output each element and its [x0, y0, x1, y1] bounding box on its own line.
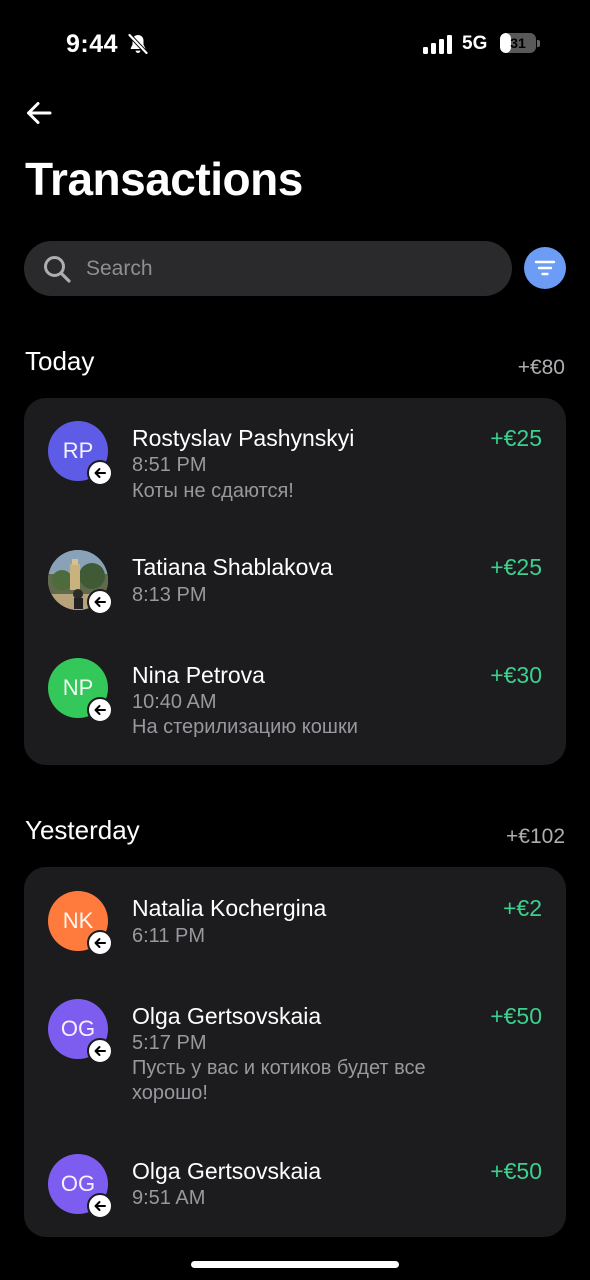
transaction-sender: Tatiana Shablakova [132, 554, 333, 580]
transaction-sender: Nina Petrova [132, 662, 265, 688]
filter-icon [534, 260, 556, 276]
transaction-row[interactable]: NK Natalia Kochergina 6:11 PM +€2 [24, 867, 566, 975]
incoming-arrow-icon [94, 1201, 106, 1211]
transaction-time: 8:13 PM [132, 584, 207, 606]
transaction-sender: Olga Gertsovskaia [132, 1003, 322, 1029]
battery-indicator: 31 [500, 33, 540, 53]
avatar-initials: OG [60, 1171, 96, 1196]
filter-button[interactable] [524, 247, 566, 289]
transaction-amount: +€50 [490, 1003, 542, 1029]
transaction-note: Коты не сдаются! [132, 480, 294, 502]
incoming-arrow-icon [94, 597, 106, 607]
transaction-sender: Olga Gertsovskaia [132, 1158, 322, 1184]
transaction-time: 8:51 PM [132, 454, 207, 476]
incoming-transfer-badge [87, 930, 113, 956]
status-time: 9:44 [66, 30, 119, 58]
transaction-time: 6:11 PM [132, 925, 205, 947]
transaction-sender: Rostyslav Pashynskyi [132, 425, 355, 451]
home-indicator [191, 1261, 399, 1268]
transaction-amount: +€30 [490, 662, 542, 688]
section-title-yesterday: Yesterday [25, 815, 140, 845]
transactions-card-yesterday: NK Natalia Kochergina 6:11 PM +€2 OG Olg… [24, 867, 566, 1237]
incoming-arrow-icon [94, 1046, 106, 1056]
section-title-today: Today [25, 346, 95, 376]
transaction-sender: Natalia Kochergina [132, 895, 327, 921]
transaction-row[interactable]: OG Olga Gertsovskaia 5:17 PM Пусть у вас… [24, 975, 566, 1130]
status-bar: 9:44 5G 31 [0, 0, 590, 88]
transaction-time: 9:51 AM [132, 1187, 206, 1209]
network-label: 5G [462, 33, 488, 54]
avatar-initials: NP [62, 675, 94, 700]
transaction-row[interactable]: Tatiana Shablakova 8:13 PM +€25 [24, 526, 566, 634]
bell-muted-icon [128, 33, 148, 55]
transaction-row[interactable]: NP Nina Petrova 10:40 AM На стерилизацию… [24, 634, 566, 765]
transaction-note: Пусть у вас и котиков будет все хорошо! [132, 1057, 426, 1104]
signal-icon [423, 35, 452, 54]
transaction-amount: +€25 [490, 425, 542, 451]
transaction-amount: +€2 [502, 895, 542, 921]
transaction-time: 5:17 PM [132, 1032, 207, 1054]
transaction-row[interactable]: RP Rostyslav Pashynskyi 8:51 PM Коты не … [24, 398, 566, 526]
search-icon [44, 256, 71, 283]
transaction-amount: +€25 [490, 554, 542, 580]
incoming-arrow-icon [94, 705, 106, 715]
incoming-transfer-badge [87, 460, 113, 486]
transaction-row[interactable]: OG Olga Gertsovskaia 9:51 AM +€50 [24, 1130, 566, 1237]
incoming-transfer-badge [87, 589, 113, 615]
search-input[interactable] [86, 241, 496, 296]
avatar-initials: NK [62, 908, 94, 933]
transaction-note: На стерилизацию кошки [132, 716, 358, 738]
arrow-left-icon [27, 102, 52, 124]
section-total-today: +€80 [517, 356, 565, 379]
back-button[interactable] [22, 96, 56, 130]
incoming-transfer-badge [87, 697, 113, 723]
transaction-time: 10:40 AM [132, 691, 217, 713]
battery-percentage: 31 [510, 35, 526, 51]
incoming-arrow-icon [94, 938, 106, 948]
incoming-arrow-icon [94, 468, 106, 478]
section-total-yesterday: +€102 [506, 825, 565, 848]
incoming-transfer-badge [87, 1193, 113, 1219]
page-title: Transactions [25, 153, 303, 205]
avatar-initials: OG [60, 1016, 96, 1041]
transaction-amount: +€50 [490, 1158, 542, 1184]
transactions-card-today: RP Rostyslav Pashynskyi 8:51 PM Коты не … [24, 398, 566, 765]
incoming-transfer-badge [87, 1038, 113, 1064]
avatar-initials: RP [62, 438, 94, 463]
search-bar[interactable] [24, 241, 512, 296]
